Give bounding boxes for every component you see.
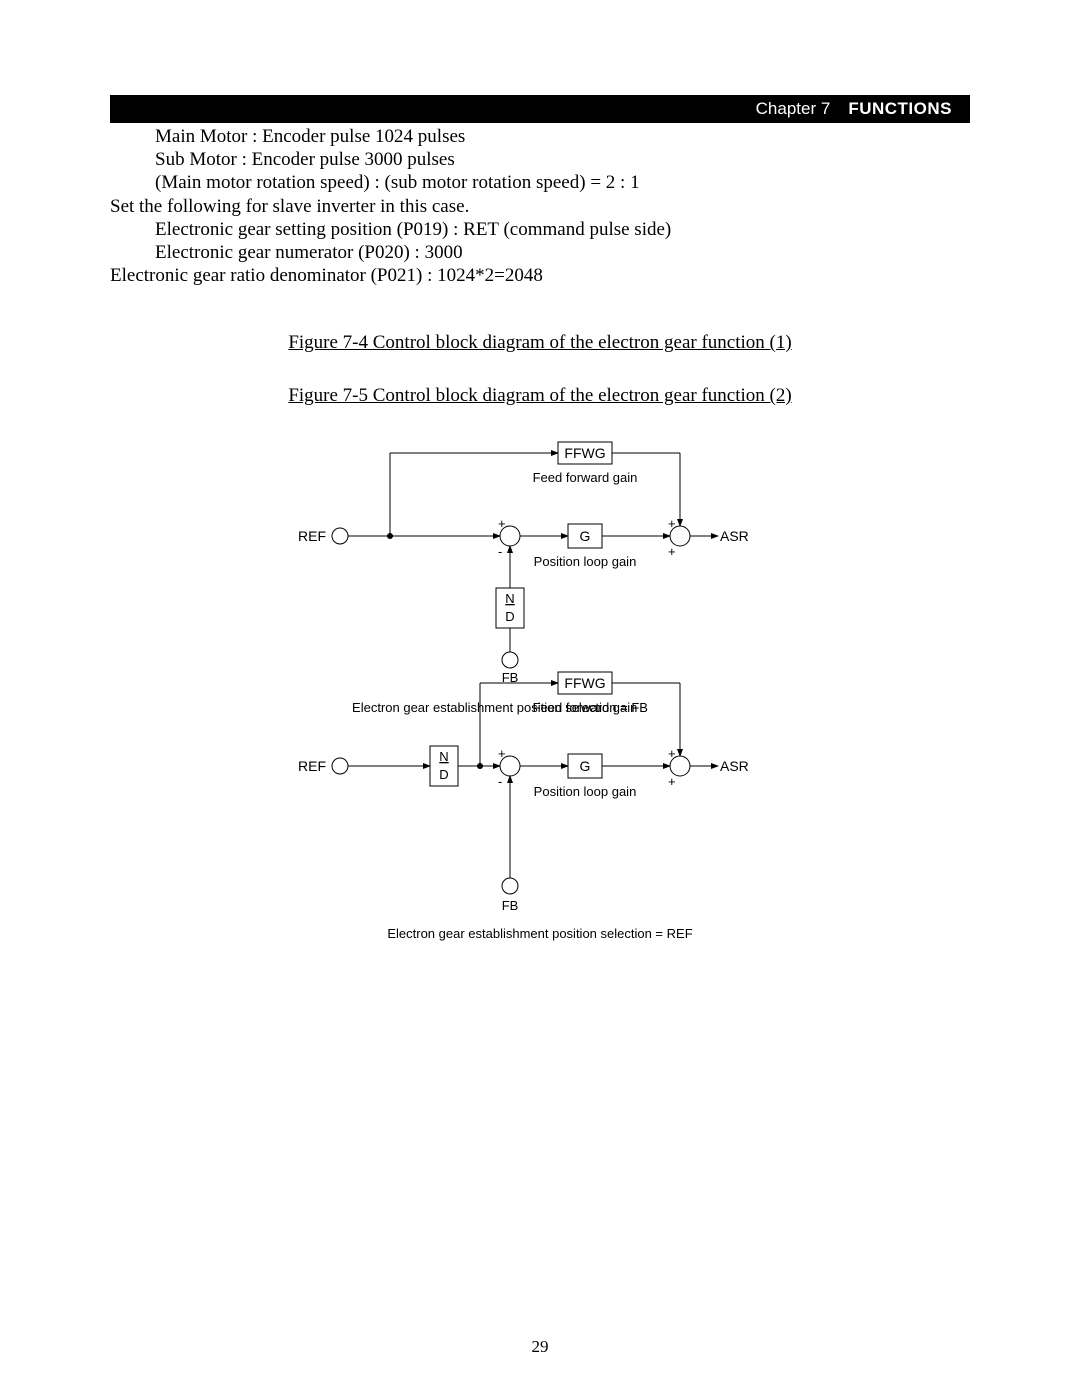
plus-sign: + <box>668 544 676 559</box>
body-line: Electronic gear setting position (P019) … <box>110 218 970 241</box>
chapter-label: Chapter 7 <box>756 99 831 119</box>
minus-sign: - <box>498 544 502 559</box>
position-loop-gain-label: Position loop gain <box>534 784 637 799</box>
figure-caption-4: Figure 7-4 Control block diagram of the … <box>110 331 970 354</box>
asr-label: ASR <box>720 758 749 774</box>
body-line: Electronic gear numerator (P020) : 3000 <box>110 241 970 264</box>
body-line: Electronic gear ratio denominator (P021)… <box>110 264 970 287</box>
plus-sign: + <box>498 746 506 761</box>
page-number: 29 <box>0 1337 1080 1357</box>
g-label: G <box>580 758 591 774</box>
ffwg-label: FFWG <box>564 445 605 461</box>
functions-label: FUNCTIONS <box>848 99 952 119</box>
plus-sign: + <box>668 746 676 761</box>
n-label: N <box>505 591 514 606</box>
d-label: D <box>439 767 448 782</box>
figure-caption-5: Figure 7-5 Control block diagram of the … <box>110 384 970 407</box>
g-label: G <box>580 528 591 544</box>
ffwg-label: FFWG <box>564 675 605 691</box>
ref-label: REF <box>298 528 326 544</box>
d-label: D <box>505 609 514 624</box>
page: Chapter 7 FUNCTIONS [Setting example] Ma… <box>0 0 1080 1397</box>
position-selection-ref-label: Electron gear establishment position sel… <box>387 926 692 941</box>
asr-label: ASR <box>720 528 749 544</box>
block-diagram: FFWG Feed forward gain REF + - G Positio… <box>280 436 800 956</box>
setting-example-label: [Setting example] <box>118 96 254 118</box>
n-label: N <box>439 749 448 764</box>
body-line: Main Motor : Encoder pulse 1024 pulses <box>110 125 970 148</box>
fb-label: FB <box>502 898 519 913</box>
body-line: (Main motor rotation speed) : (sub motor… <box>110 171 970 194</box>
plus-sign: + <box>668 516 676 531</box>
feed-forward-gain-label: Feed forward gain <box>533 470 638 485</box>
minus-sign: - <box>498 774 502 789</box>
position-loop-gain-label: Position loop gain <box>534 554 637 569</box>
body-text: Main Motor : Encoder pulse 1024 pulses S… <box>110 125 970 408</box>
plus-sign: + <box>668 774 676 789</box>
plus-sign: + <box>498 516 506 531</box>
ref-label: REF <box>298 758 326 774</box>
body-line: Set the following for slave inverter in … <box>110 195 970 218</box>
position-selection-fb-label: Electron gear establishment position sel… <box>352 700 648 715</box>
body-line: Sub Motor : Encoder pulse 3000 pulses <box>110 148 970 171</box>
